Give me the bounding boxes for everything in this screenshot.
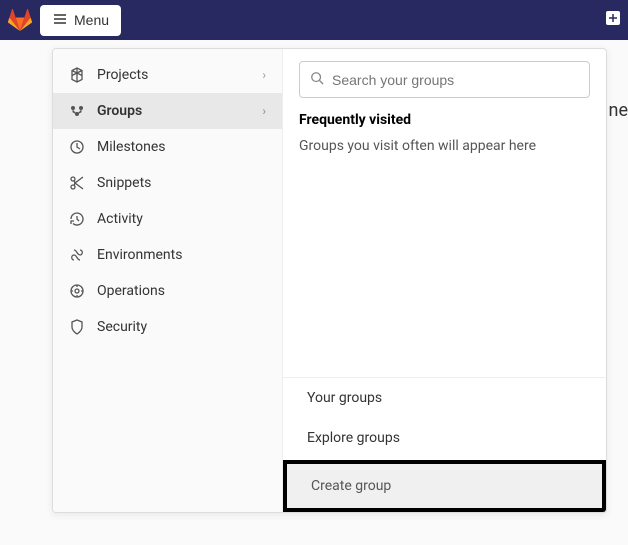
hamburger-icon [52, 11, 68, 30]
gitlab-logo-icon [8, 8, 32, 32]
scissors-icon [69, 175, 85, 191]
sidebar-item-environments[interactable]: Environments [53, 237, 282, 273]
sidebar-item-label: Environments [97, 247, 182, 263]
frequently-visited-title: Frequently visited [299, 112, 590, 128]
operations-icon [69, 283, 85, 299]
history-icon [69, 211, 85, 227]
sidebar-item-label: Activity [97, 211, 143, 227]
clock-icon [69, 139, 85, 155]
search-input[interactable] [332, 72, 579, 88]
sidebar-item-operations[interactable]: Operations [53, 273, 282, 309]
chevron-right-icon: › [262, 68, 266, 82]
frequently-visited-text: Groups you visit often will appear here [299, 138, 590, 154]
sidebar-item-milestones[interactable]: Milestones [53, 129, 282, 165]
background-text-fragment: ne [609, 100, 628, 121]
search-icon [310, 70, 324, 89]
sidebar-item-projects[interactable]: Projects › [53, 57, 282, 93]
sidebar-item-label: Milestones [97, 139, 166, 155]
menu-button[interactable]: Menu [40, 5, 121, 36]
chevron-right-icon: › [262, 104, 266, 118]
search-box[interactable] [299, 61, 590, 98]
menu-label: Menu [74, 12, 109, 28]
create-group-link[interactable]: Create group [287, 464, 602, 508]
environment-icon [69, 247, 85, 263]
groups-icon [69, 103, 85, 119]
sidebar-item-label: Security [97, 319, 147, 335]
project-icon [69, 67, 85, 83]
sidebar-item-label: Snippets [97, 175, 151, 191]
create-group-highlight: Create group [283, 460, 606, 512]
sidebar-item-activity[interactable]: Activity [53, 201, 282, 237]
menu-flyout: Projects › Groups › Milestones Snippets … [52, 48, 607, 513]
sidebar: Projects › Groups › Milestones Snippets … [53, 49, 283, 512]
bottom-section: Your groups Explore groups Create group [283, 377, 606, 512]
sidebar-item-groups[interactable]: Groups › [53, 93, 282, 129]
your-groups-link[interactable]: Your groups [283, 378, 606, 418]
shield-icon [69, 319, 85, 335]
sidebar-item-label: Projects [97, 67, 148, 83]
main-panel: Frequently visited Groups you visit ofte… [283, 49, 606, 512]
plus-icon[interactable] [606, 11, 620, 29]
sidebar-item-label: Operations [97, 283, 165, 299]
sidebar-item-label: Groups [97, 103, 142, 119]
explore-groups-link[interactable]: Explore groups [283, 418, 606, 458]
sidebar-item-snippets[interactable]: Snippets [53, 165, 282, 201]
top-bar: Menu [0, 0, 628, 40]
sidebar-item-security[interactable]: Security [53, 309, 282, 345]
